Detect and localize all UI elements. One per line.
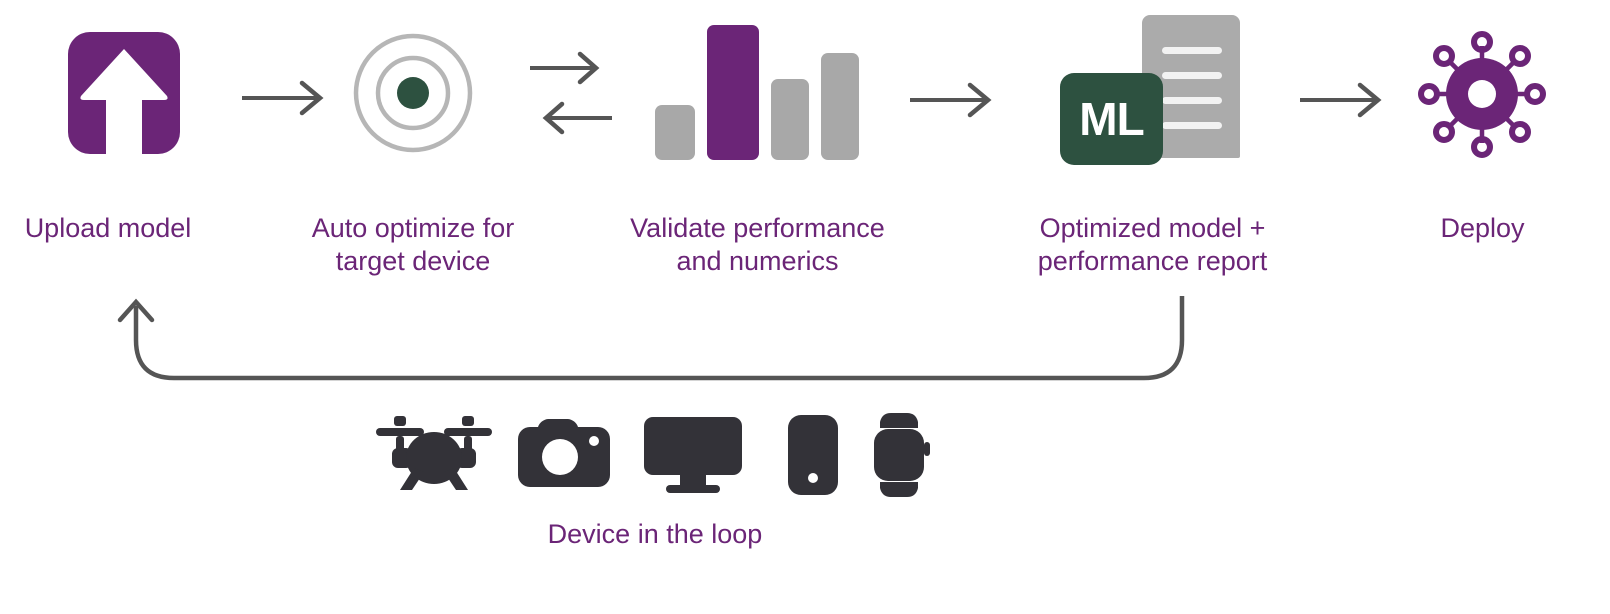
camera-icon — [518, 419, 610, 487]
smartwatch-icon — [874, 413, 930, 497]
step-label-deploy: Deploy — [1440, 213, 1525, 243]
drone-icon — [376, 416, 492, 490]
document-line — [1162, 47, 1222, 54]
phone-icon — [788, 415, 838, 495]
upload-arrow-icon — [68, 32, 180, 154]
monitor-icon — [644, 417, 742, 493]
arrow-right-icon-1 — [242, 80, 324, 116]
arrow-right-icon-4 — [1300, 82, 1382, 118]
step-label-optimize: Auto optimize for target device — [311, 213, 515, 276]
step-label-validate: Validate performance and numerics — [630, 213, 885, 276]
document-line — [1162, 122, 1222, 129]
step-label-report: Optimized model + performance report — [1037, 213, 1268, 276]
upload-arrow-glyph — [80, 49, 168, 154]
step-label-upload: Upload model — [24, 213, 192, 243]
arrow-right-icon-3 — [910, 82, 992, 118]
deploy-hub-icon — [1412, 27, 1552, 162]
target-bullseye-icon — [352, 32, 474, 154]
bar-chart-icon — [655, 25, 865, 160]
bar-1 — [655, 105, 695, 160]
bar-4 — [821, 53, 859, 160]
workflow-diagram: Upload model Auto optimize for target de… — [0, 0, 1610, 614]
arrow-right-icon-2 — [530, 51, 600, 85]
ml-badge: ML — [1060, 73, 1163, 165]
device-row — [370, 405, 940, 500]
document-line — [1162, 72, 1222, 79]
arrow-left-icon-1 — [542, 101, 612, 135]
device-loop-label: Device in the loop — [547, 519, 763, 549]
device-feedback-loop-arrow — [117, 296, 1185, 381]
target-bullseye-glyph — [353, 33, 473, 153]
ml-report-icon: ML — [1060, 15, 1245, 165]
deploy-hub-glyph — [1418, 31, 1546, 158]
bar-3 — [771, 79, 809, 160]
bar-2 — [707, 25, 759, 160]
document-line — [1162, 97, 1222, 104]
